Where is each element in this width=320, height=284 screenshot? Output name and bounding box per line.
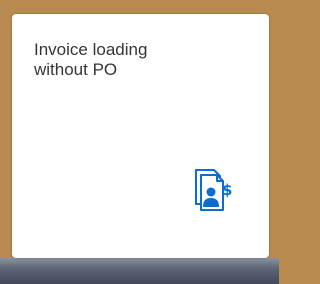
invoice-document-icon: $ (192, 168, 232, 212)
desktop-background (0, 258, 279, 284)
invoice-loading-tile[interactable]: Invoice loading without PO $ (12, 14, 269, 258)
tile-title: Invoice loading without PO (34, 40, 254, 80)
svg-text:$: $ (222, 181, 232, 199)
tile-title-line-1: Invoice loading (34, 40, 148, 59)
tile-title-line-2: without PO (34, 60, 118, 79)
